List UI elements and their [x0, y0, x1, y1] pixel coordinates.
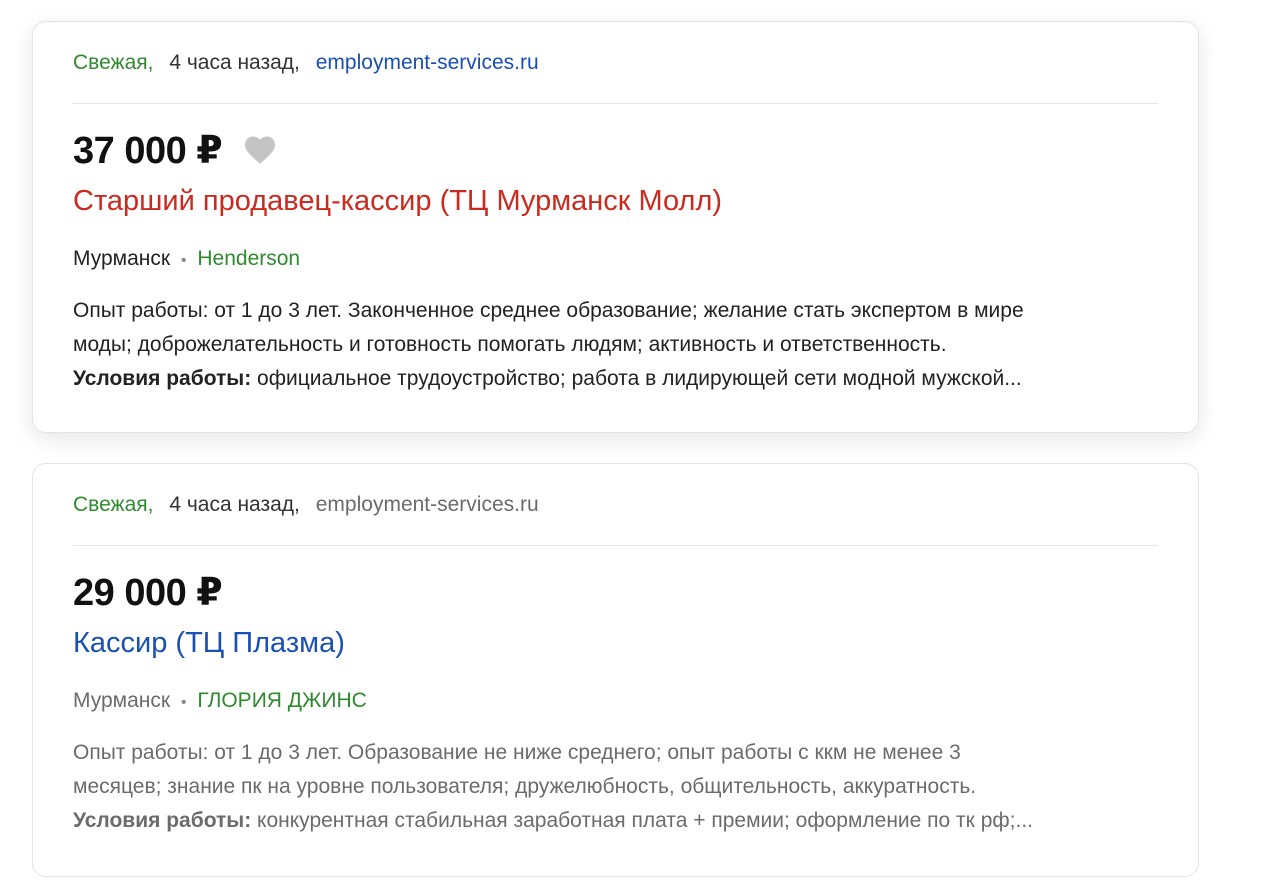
source-link[interactable]: employment-services.ru: [316, 51, 539, 74]
conditions-label: Условия работы:: [73, 809, 252, 832]
description-line: месяцев; знание пк на уровне пользовател…: [73, 775, 977, 798]
divider: [73, 103, 1158, 104]
vacancy-description: Опыт работы: от 1 до 3 лет. Образование …: [73, 736, 1153, 838]
company-link[interactable]: Henderson: [197, 247, 300, 270]
heart-icon[interactable]: [242, 132, 278, 168]
conditions-line: Условия работы: конкурентная стабильная …: [73, 804, 1153, 838]
description-line: моды; доброжелательность и готовность по…: [73, 333, 947, 356]
description-line: Опыт работы: от 1 до 3 лет. Образование …: [73, 741, 961, 764]
description-line: Опыт работы: от 1 до 3 лет. Законченное …: [73, 299, 1024, 322]
vacancy-title-link[interactable]: Кассир (ТЦ Плазма): [73, 624, 345, 662]
separator-dot: •: [180, 252, 187, 269]
freshness-label: Свежая,: [73, 493, 154, 516]
salary: 37 000 ₽: [73, 129, 223, 172]
conditions-text: официальное трудоустройство; работа в ли…: [251, 367, 1022, 390]
source-link[interactable]: employment-services.ru: [316, 493, 539, 516]
vacancy-card[interactable]: Свежая, 4 часа назад, employment-service…: [32, 21, 1199, 433]
conditions-text: конкурентная стабильная заработная плата…: [251, 809, 1033, 832]
vacancy-title-link[interactable]: Старший продавец-кассир (ТЦ Мурманск Мол…: [73, 182, 722, 220]
vacancy-meta: Свежая, 4 часа назад, employment-service…: [73, 50, 539, 76]
location-line: Мурманск • ГЛОРИЯ ДЖИНС: [73, 688, 367, 716]
conditions-label: Условия работы:: [73, 367, 252, 390]
location-line: Мурманск • Henderson: [73, 246, 300, 274]
posted-time: 4 часа назад,: [169, 493, 300, 516]
city: Мурманск: [73, 247, 171, 270]
company-link[interactable]: ГЛОРИЯ ДЖИНС: [197, 689, 366, 712]
vacancy-meta: Свежая, 4 часа назад, employment-service…: [73, 492, 539, 518]
salary: 29 000 ₽: [73, 571, 223, 614]
vacancy-card[interactable]: Свежая, 4 часа назад, employment-service…: [32, 463, 1199, 877]
separator-dot: •: [180, 694, 187, 711]
freshness-label: Свежая,: [73, 51, 154, 74]
posted-time: 4 часа назад,: [169, 51, 300, 74]
city: Мурманск: [73, 689, 171, 712]
divider: [73, 545, 1158, 546]
price-row: 29 000 ₽: [73, 568, 223, 616]
conditions-line: Условия работы: официальное трудоустройс…: [73, 362, 1153, 396]
vacancy-description: Опыт работы: от 1 до 3 лет. Законченное …: [73, 294, 1153, 396]
price-row: 37 000 ₽: [73, 126, 278, 174]
